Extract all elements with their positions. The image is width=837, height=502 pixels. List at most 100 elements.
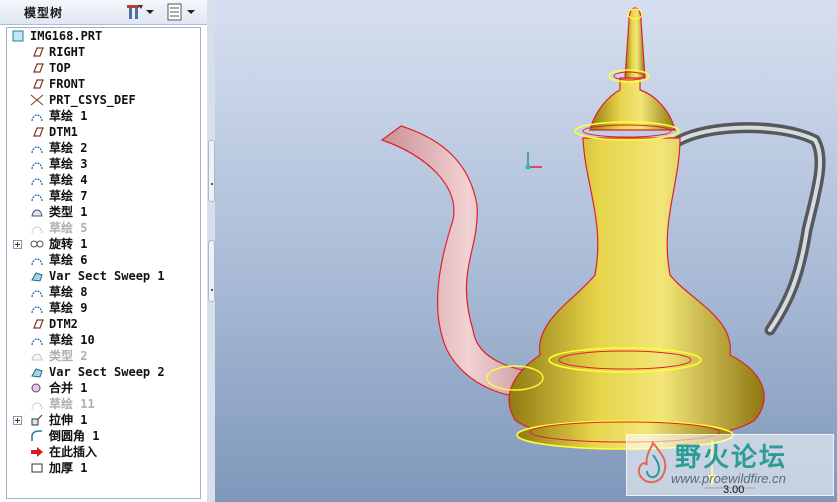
datum-plane-icon: [30, 78, 44, 90]
tree-item-label: PRT_CSYS_DEF: [49, 93, 136, 107]
sketch-icon: [30, 302, 44, 314]
type-icon: [30, 206, 44, 218]
tree-item[interactable]: 草绘 7: [7, 188, 197, 204]
tree-item[interactable]: 草绘 10: [7, 332, 197, 348]
tree-item-label: 拉伸 1: [49, 413, 88, 427]
teapot-body: [508, 137, 765, 441]
tree-item-label: 类型 1: [49, 205, 88, 219]
splitter-grip-top[interactable]: [208, 140, 215, 202]
tree-item[interactable]: Var Sect Sweep 2: [7, 364, 197, 380]
chevron-down-icon: [187, 10, 195, 14]
sketch-icon: [30, 158, 44, 170]
tree-item[interactable]: 草绘 9: [7, 300, 197, 316]
tree-item[interactable]: 类型 2: [7, 348, 197, 364]
tree-item-label: 加厚 1: [49, 461, 88, 475]
tree-item[interactable]: Var Sect Sweep 1: [7, 268, 197, 284]
tree-item[interactable]: 草绘 1: [7, 108, 197, 124]
tree-item-label: 草绘 3: [49, 157, 88, 171]
tree-item[interactable]: 拉伸 1: [7, 412, 197, 428]
tree-item-label: 类型 2: [49, 349, 88, 363]
tree-item-label: 草绘 7: [49, 189, 88, 203]
sweep-icon: [30, 270, 44, 282]
sketch-icon: [30, 254, 44, 266]
tree-item-label: 在此插入: [49, 445, 98, 459]
tree-item-label: 草绘 10: [49, 333, 95, 347]
expand-toggle-icon[interactable]: [13, 240, 22, 249]
tree-item-label: 旋转 1: [49, 237, 88, 251]
merge-icon: [30, 382, 44, 394]
tree-item[interactable]: 旋转 1: [7, 236, 197, 252]
watermark-title: 野火论坛: [675, 443, 788, 473]
sweep-icon: [30, 366, 44, 378]
tree-item[interactable]: PRT_CSYS_DEF: [7, 92, 197, 108]
revolve-icon: [30, 238, 44, 250]
sketch-icon: [30, 110, 44, 122]
teapot-model: [380, 7, 826, 489]
extrude-icon: [30, 414, 44, 426]
tree-item-label: Var Sect Sweep 1: [49, 269, 165, 283]
tree-item-label: 倒圆角 1: [49, 429, 100, 443]
tree-item[interactable]: IMG168.PRT: [7, 28, 197, 44]
datum-plane-icon: [30, 62, 44, 74]
csys-icon: [30, 94, 44, 106]
tree-item[interactable]: DTM2: [7, 316, 197, 332]
datum-plane-icon: [30, 46, 44, 58]
tree-item[interactable]: RIGHT: [7, 44, 197, 60]
tree-item-label: 合并 1: [49, 381, 88, 395]
list-view-icon: [167, 3, 182, 21]
model-tree-panel: 模型树 IMG168.PRT RIGHT TOP FRONT PRT_CSYS_DEF 草…: [0, 0, 208, 502]
tree-item[interactable]: 在此插入: [7, 444, 197, 460]
sketch-icon: [30, 398, 44, 410]
tree-item-label: 草绘 1: [49, 109, 88, 123]
tree-item-label: Var Sect Sweep 2: [49, 365, 165, 379]
part-icon: [11, 30, 25, 42]
tree-item[interactable]: 草绘 5: [7, 220, 197, 236]
tree-item[interactable]: 草绘 8: [7, 284, 197, 300]
tree-item-label: TOP: [49, 61, 71, 75]
tree-item[interactable]: 类型 1: [7, 204, 197, 220]
sketch-icon: [30, 190, 44, 202]
tree-item[interactable]: 加厚 1: [7, 460, 197, 476]
tree-item-label: 草绘 4: [49, 173, 88, 187]
dimension-value: 3.00: [723, 484, 745, 496]
tree-item-label: FRONT: [49, 77, 86, 91]
tree-item-label: 草绘 5: [49, 221, 88, 235]
sketch-icon: [30, 334, 44, 346]
tree-item-label: DTM1: [49, 125, 78, 139]
tree-item-label: 草绘 2: [49, 141, 88, 155]
tools-icon: [127, 5, 143, 19]
tree-item[interactable]: FRONT: [7, 76, 197, 92]
tree-item[interactable]: 倒圆角 1: [7, 428, 197, 444]
settings-tools-button[interactable]: [124, 2, 156, 22]
tree-item[interactable]: 合并 1: [7, 380, 197, 396]
tree-item[interactable]: 草绘 2: [7, 140, 197, 156]
tree-item-label: 草绘 8: [49, 285, 88, 299]
csys-triad: [525, 152, 542, 170]
panel-splitter[interactable]: [207, 0, 215, 502]
grip-dot: [211, 289, 213, 291]
tree-item-label: 草绘 6: [49, 253, 88, 267]
tree-item[interactable]: 草绘 4: [7, 172, 197, 188]
splitter-grip-bottom[interactable]: [208, 240, 215, 302]
datum-plane-icon: [30, 126, 44, 138]
tree-item[interactable]: DTM1: [7, 124, 197, 140]
chevron-down-icon: [146, 10, 154, 14]
tree-item[interactable]: 草绘 11: [7, 396, 197, 412]
tree-item-label: RIGHT: [49, 45, 86, 59]
expand-toggle-icon[interactable]: [13, 416, 22, 425]
model-tree-title: 模型树: [24, 6, 64, 20]
tree-item-label: DTM2: [49, 317, 78, 331]
grip-dot: [211, 183, 213, 185]
tree-item[interactable]: 草绘 3: [7, 156, 197, 172]
sketch-icon: [30, 286, 44, 298]
tree-item[interactable]: TOP: [7, 60, 197, 76]
insert-here-arrow-icon: [30, 446, 44, 458]
sketch-icon: [30, 142, 44, 154]
round-icon: [30, 430, 44, 442]
sketch-icon: [30, 222, 44, 234]
thicken-icon: [30, 462, 44, 474]
datum-plane-icon: [30, 318, 44, 330]
show-options-button[interactable]: [165, 2, 197, 22]
graphics-viewport[interactable]: 野火论坛 www.proewildfire.cn 3.00: [215, 0, 837, 502]
tree-item[interactable]: 草绘 6: [7, 252, 197, 268]
